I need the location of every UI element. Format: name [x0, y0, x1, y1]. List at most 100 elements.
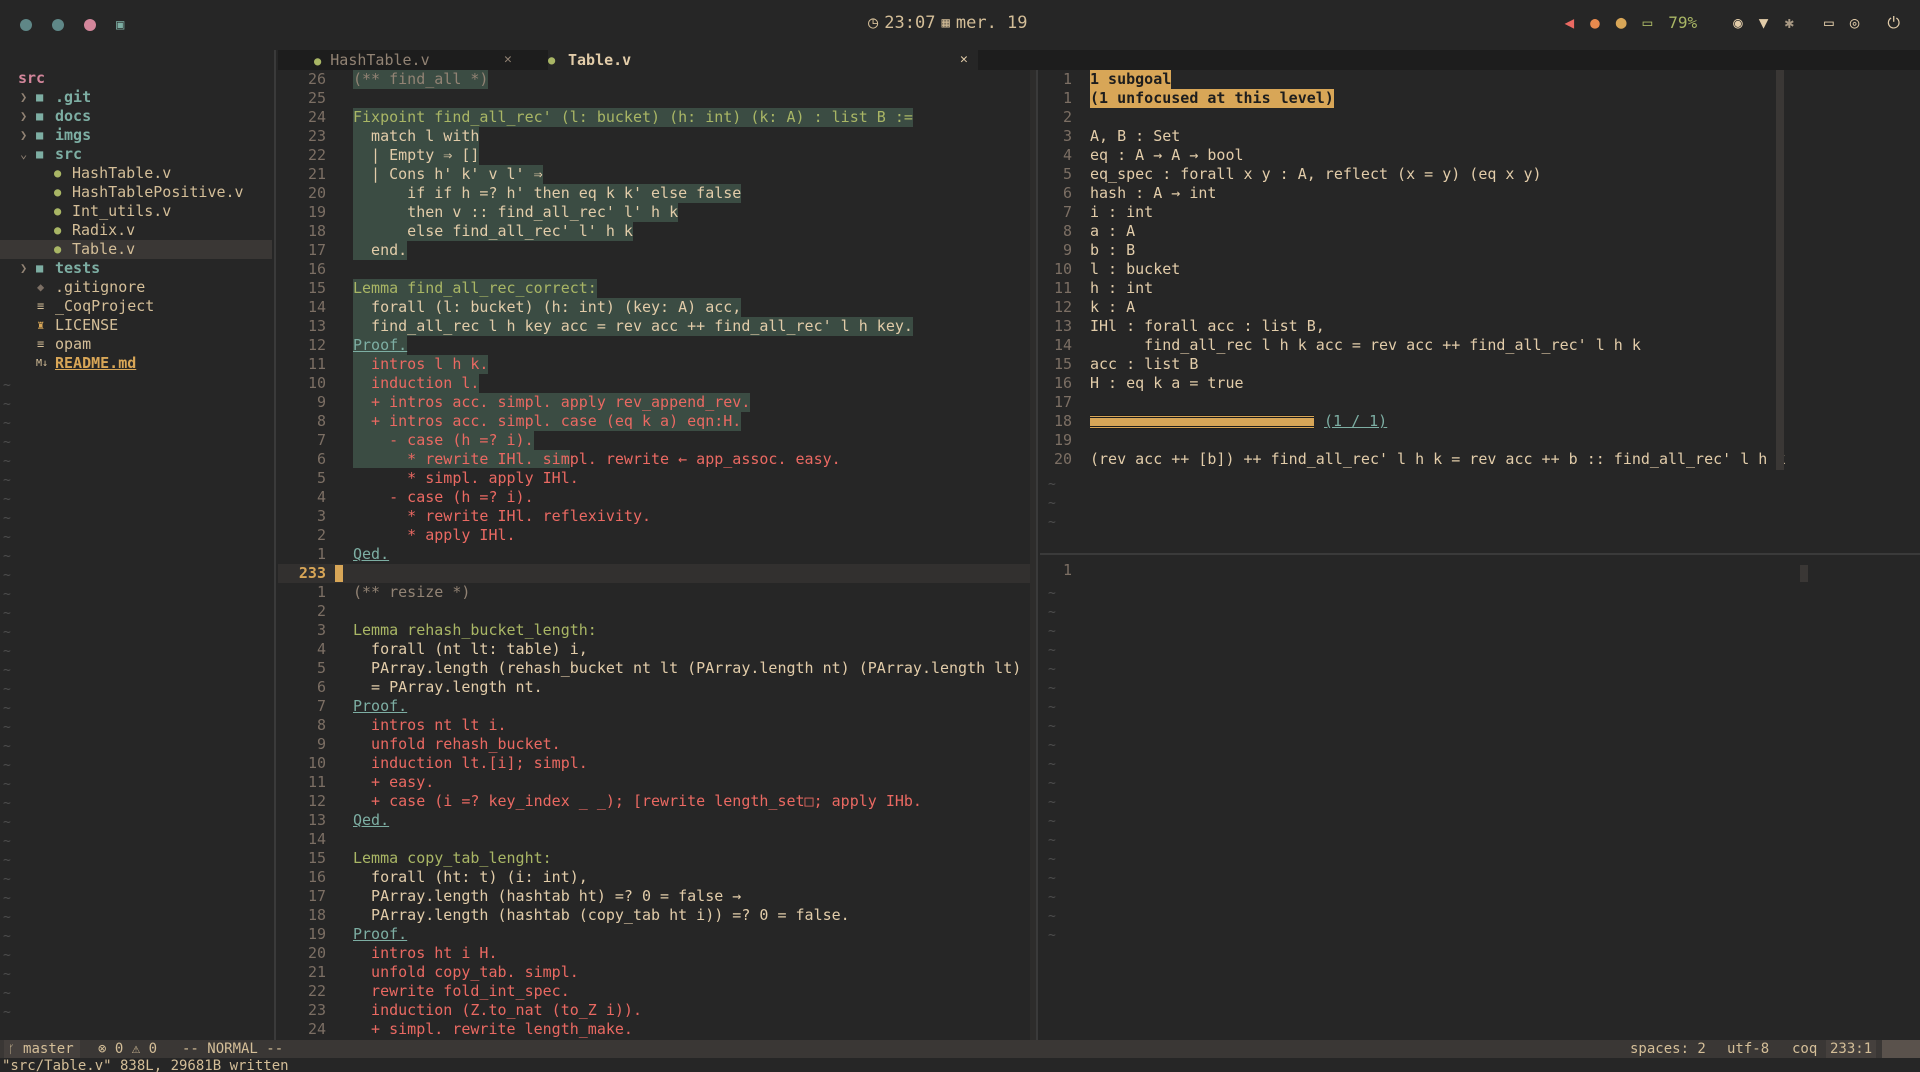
git-branch[interactable]: ᚴ master [4, 1040, 80, 1059]
code-text: eq_spec : forall x y : A, reflect (x = y… [1090, 165, 1542, 183]
microphone-icon[interactable]: ● [1590, 13, 1600, 32]
code-line: 18 (1 / 1) [1040, 412, 1920, 431]
monitor-icon[interactable]: ▭ [1824, 13, 1834, 32]
code-text: k : A [1090, 298, 1136, 316]
tree-item-hashtable[interactable]: ● HashTable.v [0, 164, 274, 183]
code-text: eq : A → A → bool [1090, 146, 1244, 164]
file-type[interactable]: coq [1792, 1040, 1817, 1058]
bluetooth-icon[interactable]: ✱ [1784, 13, 1794, 32]
workspace-dot-3[interactable] [84, 19, 96, 31]
line-number: 14 [307, 298, 326, 316]
code-line: 22 rewrite fold_int_spec. [278, 982, 1036, 1001]
code-line: 2 [1040, 108, 1920, 127]
tree-item-license[interactable]: ♜ LICENSE [0, 316, 274, 335]
goals-pane[interactable]: 1 1 subgoal 1 (1 unfocused at this level) 2 3… [1040, 70, 1920, 553]
line-number: 13 [307, 317, 326, 335]
eye-icon[interactable]: ◎ [1850, 13, 1860, 32]
code-line: 22 | Empty ⇒ [] [278, 146, 1036, 165]
code-text: find_all_rec l h key acc = rev acc ++ fi… [353, 317, 913, 336]
code-text: (rev acc ++ [b]) ++ find_all_rec' l h k … [1090, 450, 1786, 468]
line-number: 9 [316, 393, 326, 411]
scrollbar[interactable] [1030, 70, 1036, 1040]
tree-item-table[interactable]: ● Table.v [0, 240, 272, 259]
code-line: 14 [278, 830, 1036, 849]
tree-item-label: .git [55, 88, 92, 106]
file-encoding[interactable]: utf-8 [1727, 1040, 1769, 1058]
line-number: 18 [1053, 412, 1072, 430]
tab-hashtable[interactable]: ● HashTable.v ✕ [314, 50, 516, 70]
code-line: 233 [278, 564, 1036, 583]
code-text: acc : list B [1090, 355, 1199, 373]
tree-item-readme[interactable]: M↓ README.md [0, 354, 274, 373]
code-line: 17 [1040, 393, 1920, 412]
code-text: intros nt lt i. [353, 716, 507, 734]
workspace-app-icon[interactable]: ▣ [116, 17, 124, 33]
tree-item-int-utils[interactable]: ● Int_utils.v [0, 202, 274, 221]
code-line: 14 find_all_rec l h k acc = rev acc ++ f… [1040, 336, 1920, 355]
coq-file-icon: ● [54, 223, 62, 237]
tab-table[interactable]: ● Table.v ✕ [548, 50, 978, 70]
code-text: rewrite fold_int_spec. [353, 982, 570, 1000]
code-line: 24 + simpl. rewrite length_make. [278, 1020, 1036, 1039]
tree-item-radix[interactable]: ● Radix.v [0, 221, 274, 240]
workspace-dot-2[interactable] [52, 19, 64, 31]
folder-icon: ■ [36, 90, 44, 104]
line-number: 14 [307, 830, 326, 848]
line-number: 1 [316, 583, 326, 601]
code-line: 5 eq_spec : forall x y : A, reflect (x = … [1040, 165, 1920, 184]
indent-setting[interactable]: spaces: 2 [1630, 1040, 1706, 1058]
command-line[interactable]: "src/Table.v" 838L, 29681B written [0, 1058, 1920, 1072]
diagnostics[interactable]: ⊗ 0 ⚠ 0 [98, 1040, 157, 1058]
scroll-progress [1882, 1040, 1920, 1058]
code-text: Proof. [353, 336, 408, 355]
code-line: 13 Qed. [278, 811, 1036, 830]
scrollbar[interactable] [1800, 565, 1808, 582]
clock[interactable]: ◷ 23:07 ▦ mer. 19 [868, 13, 1028, 33]
coq-file-icon: ● [54, 185, 62, 199]
tree-item-src[interactable]: ⌄ ■ src [0, 145, 274, 164]
workspace-dot-1[interactable] [20, 19, 32, 31]
tree-item-imgs[interactable]: ❯ ■ imgs [0, 126, 274, 145]
volume-muted-icon[interactable]: ◀ [1564, 13, 1574, 32]
code-line: 11 + easy. [278, 773, 1036, 792]
line-number: 8 [316, 412, 326, 430]
code-text: | Empty ⇒ [] [353, 146, 480, 165]
tree-item-git[interactable]: ❯ ■ .git [0, 88, 274, 107]
code-line: 17 PArray.length (hashtab ht) =? 0 = fal… [278, 887, 1036, 906]
tree-item-docs[interactable]: ❯ ■ docs [0, 107, 274, 126]
line-number: 11 [307, 773, 326, 791]
tree-item-opam[interactable]: ≡ opam [0, 335, 274, 354]
tree-item-coqproject[interactable]: ≡ _CoqProject [0, 297, 274, 316]
code-text: = PArray.length nt. [353, 678, 543, 696]
tree-item-hashtablepositive[interactable]: ● HashTablePositive.v [0, 183, 274, 202]
status-circle-icon[interactable]: ● [1616, 12, 1627, 33]
discord-icon[interactable]: ◉ [1733, 13, 1743, 32]
scrollbar[interactable] [1776, 70, 1784, 470]
tab-close-icon[interactable]: ✕ [504, 50, 512, 70]
line-number: 3 [316, 507, 326, 525]
code-line: 12 Proof. [278, 336, 1036, 355]
line-number: 19 [1053, 431, 1072, 449]
line-number: 4 [316, 488, 326, 506]
empty-line-marker: ~ [1048, 643, 1056, 658]
editor-pane[interactable]: 26 (** find_all *) 25 24 Fixpoint find_all_r… [278, 70, 1038, 1040]
tree-item-gitignore[interactable]: ◆ .gitignore [0, 278, 274, 297]
code-text: A, B : Set [1090, 127, 1181, 145]
explorer-root-label: src [18, 69, 46, 87]
line-number: 6 [316, 678, 326, 696]
tree-item-tests[interactable]: ❯ ■ tests [0, 259, 274, 278]
code-line: 5 PArray.length (rehash_bucket nt lt (PA… [278, 659, 1036, 678]
tab-close-icon[interactable]: ✕ [960, 50, 968, 70]
code-line: 7 - case (h =? i). [278, 431, 1036, 450]
power-icon[interactable]: ⏻ [1887, 13, 1900, 33]
git-icon: ◆ [37, 280, 45, 294]
coq-file-icon: ● [548, 53, 556, 67]
error-icon: ⊗ [98, 1041, 107, 1057]
folder-icon: ■ [36, 261, 44, 275]
tree-item-label: docs [55, 107, 92, 125]
infoview-pane[interactable]: 1 ~ ~ ~ ~ ~ ~ ~ ~ ~ ~ ~ ~ ~ ~ ~ ~ ~ ~ ~ [1040, 555, 1920, 1040]
wifi-icon[interactable]: ▼ [1759, 13, 1769, 32]
code-line: 3 Lemma rehash_bucket_length: [278, 621, 1036, 640]
code-line: 13 IHl : forall acc : list B, [1040, 317, 1920, 336]
code-text: l : bucket [1090, 260, 1181, 278]
